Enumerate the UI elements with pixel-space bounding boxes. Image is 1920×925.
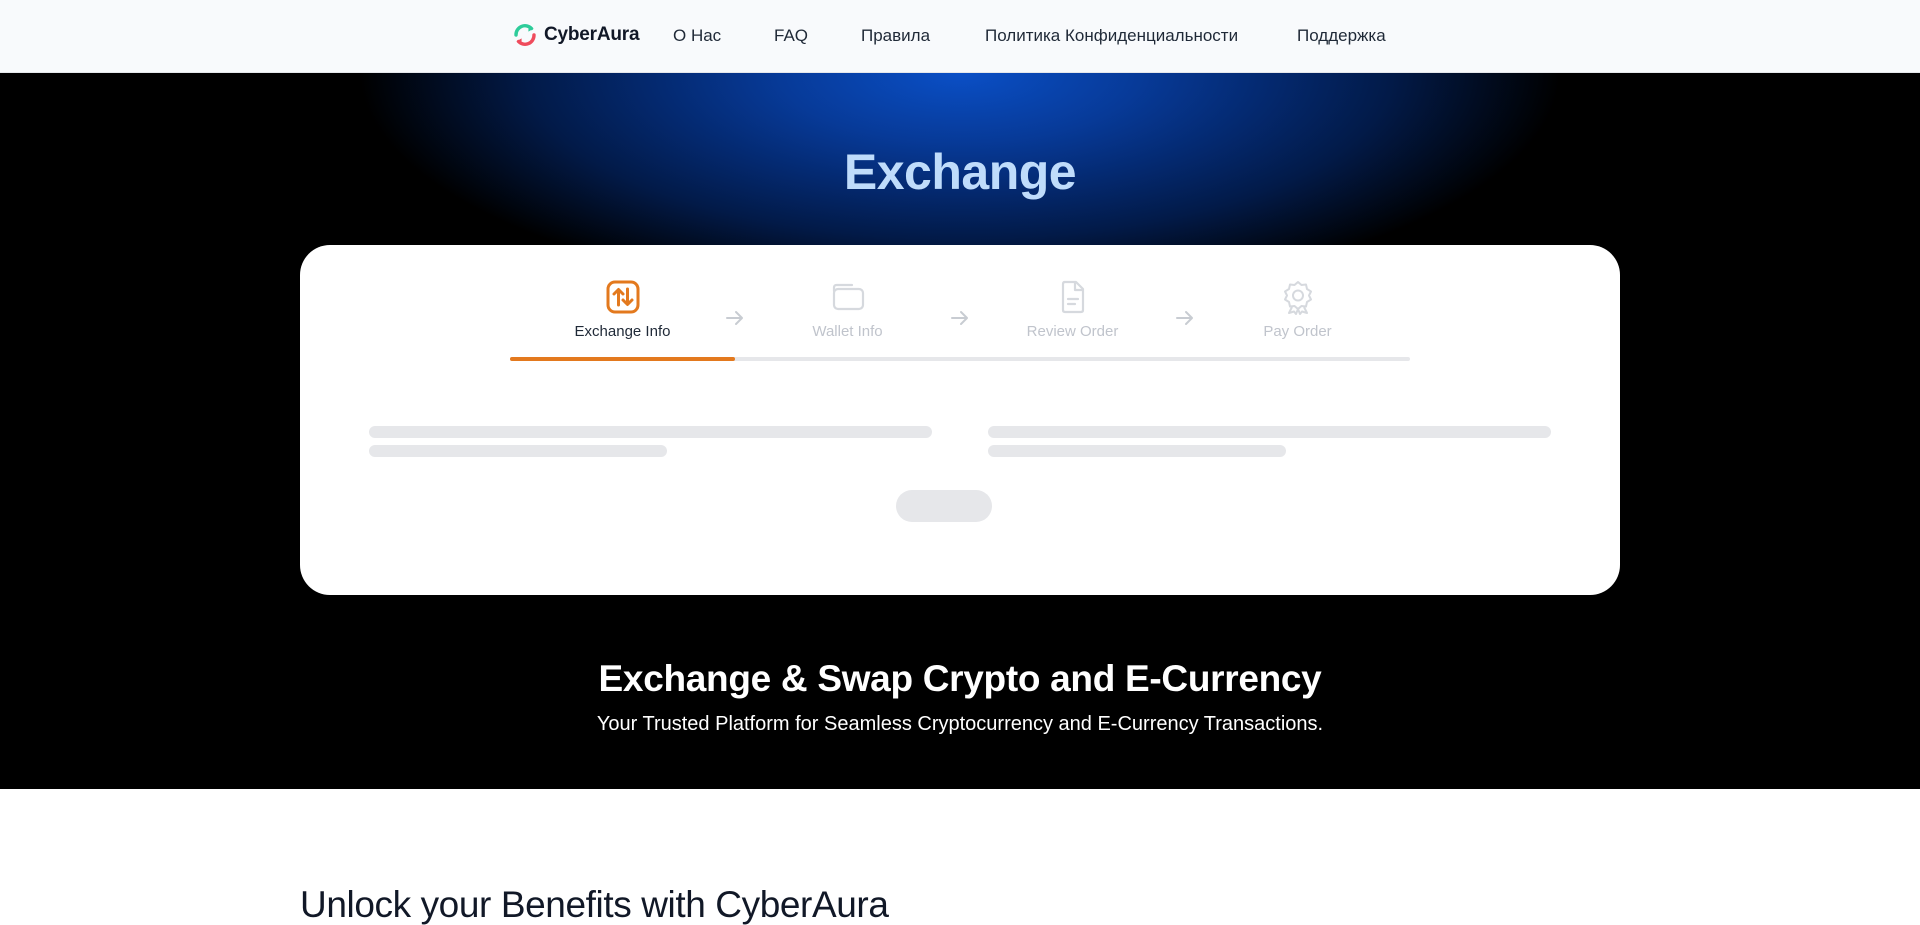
step-review-order[interactable]: Review Order	[960, 279, 1185, 340]
tagline-title: Exchange & Swap Crypto and E-Currency	[598, 658, 1322, 699]
nav-link-rules[interactable]: Правила	[861, 26, 930, 46]
nav-link-privacy-policy[interactable]: Политика Конфиденциальности	[985, 26, 1238, 46]
skeleton-line	[369, 426, 932, 438]
step-progress-fill	[510, 357, 735, 361]
wallet-icon	[832, 283, 864, 311]
award-badge-icon	[1283, 281, 1312, 315]
step-exchange-info[interactable]: Exchange Info	[510, 279, 735, 340]
step-progress-track	[510, 357, 1410, 361]
step-wallet-info[interactable]: Wallet Info	[735, 279, 960, 340]
skeleton-button	[896, 490, 992, 522]
tagline-subtitle: Your Trusted Platform for Seamless Crypt…	[596, 713, 1324, 735]
skeleton-line	[988, 426, 1551, 438]
step-label: Wallet Info	[812, 323, 883, 340]
step-label: Exchange Info	[574, 323, 671, 340]
swap-arrows-icon	[606, 280, 639, 314]
stepper: Exchange Info Wallet Info Review Order P…	[510, 279, 1410, 359]
step-pay-order[interactable]: Pay Order	[1185, 279, 1410, 340]
skeleton-line	[988, 445, 1286, 457]
nav-link-about[interactable]: О Нас	[673, 26, 721, 46]
site-header: CyberAura О Нас FAQ Правила Политика Кон…	[0, 0, 1920, 73]
document-icon	[1061, 280, 1084, 314]
nav-link-faq[interactable]: FAQ	[774, 26, 808, 46]
hero-section: Exchange Exchange Info Wallet Info Revie…	[0, 73, 1920, 789]
nav-link-support[interactable]: Поддержка	[1297, 26, 1386, 46]
step-label: Pay Order	[1263, 323, 1332, 340]
benefits-heading: Unlock your Benefits with CyberAura	[300, 884, 889, 925]
step-label: Review Order	[1026, 323, 1119, 340]
page-title: Exchange	[843, 144, 1077, 200]
exchange-card: Exchange Info Wallet Info Review Order P…	[300, 245, 1620, 595]
main-nav: О Нас FAQ Правила Политика Конфиденциаль…	[0, 26, 1920, 48]
skeleton-line	[369, 445, 667, 457]
